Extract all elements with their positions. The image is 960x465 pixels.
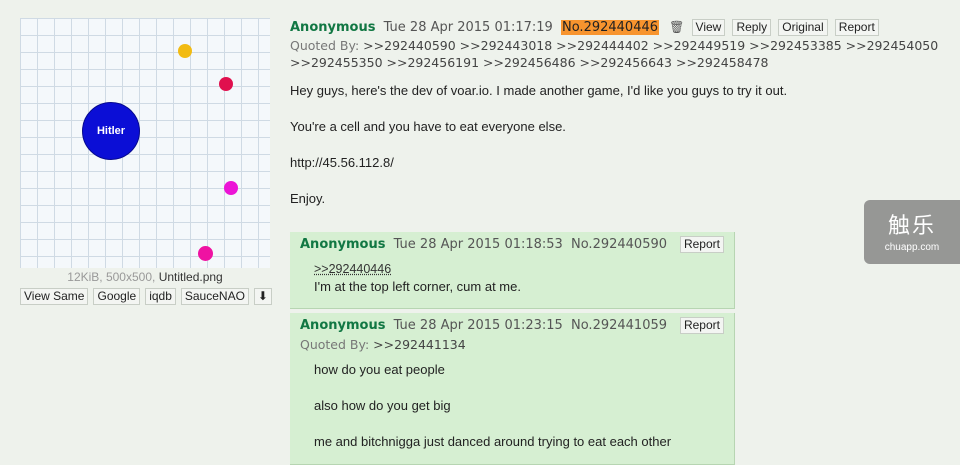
- reply-button[interactable]: Reply: [732, 19, 772, 36]
- google-button[interactable]: Google: [93, 288, 141, 305]
- view-same-button[interactable]: View Same: [20, 288, 89, 305]
- yellow-cell: [178, 44, 192, 58]
- reply2-header: Anonymous Tue 28 Apr 2015 01:23:15 No.29…: [300, 318, 667, 333]
- watermark-logo: 触乐: [887, 213, 936, 238]
- image-filename[interactable]: Untitled.png: [159, 270, 223, 284]
- reply-post-1: Anonymous Tue 28 Apr 2015 01:18:53 No.29…: [290, 232, 735, 309]
- reply1-body: I'm at the top left corner, cum at me.: [314, 279, 521, 294]
- quoted-by-continued: >>292455350 >>292456191 >>292456486 >>29…: [290, 54, 938, 71]
- quoted-by-label: Quoted By:: [290, 38, 360, 53]
- quoted-by: Quoted By: >>292440590 >>292443018 >>292…: [290, 37, 938, 54]
- original-button[interactable]: Original: [778, 19, 828, 36]
- quoted-by-links[interactable]: >>292440590 >>292443018 >>292444402 >>29…: [363, 38, 938, 53]
- op-post: Anonymous Tue 28 Apr 2015 01:17:19 No.29…: [290, 19, 938, 206]
- post-number[interactable]: No.292441059: [571, 318, 667, 333]
- poster-name: Anonymous: [300, 237, 386, 252]
- post-date: Tue 28 Apr 2015 01:18:53: [393, 237, 563, 252]
- reply1-header: Anonymous Tue 28 Apr 2015 01:18:53 No.29…: [300, 237, 667, 252]
- reply-post-2: Anonymous Tue 28 Apr 2015 01:23:15 No.29…: [290, 313, 735, 465]
- poster-name: Anonymous: [290, 20, 376, 35]
- report-button[interactable]: Report: [679, 317, 724, 334]
- watermark-url: chuapp.com: [884, 242, 940, 253]
- op-line-4: Enjoy.: [290, 191, 326, 206]
- red-cell: [219, 77, 233, 91]
- reply2-line-3: me and bitchnigga just danced around try…: [314, 434, 672, 449]
- quoted-by-links-2[interactable]: >>292455350 >>292456191 >>292456486 >>29…: [290, 55, 769, 70]
- op-line-3: http://45.56.112.8/: [290, 155, 394, 170]
- reply1-content: >>292440446 I'm at the top left corner, …: [314, 262, 521, 294]
- reply2-line-1: how do you eat people: [314, 362, 445, 377]
- site-watermark: 触乐 chuapp.com: [864, 200, 960, 264]
- saucenao-button[interactable]: SauceNAO: [180, 288, 249, 305]
- op-line-2: You're a cell and you have to eat everyo…: [290, 119, 566, 134]
- magenta-cell: [224, 181, 238, 195]
- iqdb-button[interactable]: iqdb: [145, 288, 176, 305]
- reply2-body: how do you eat people also how do you ge…: [314, 362, 671, 449]
- op-body: Hey guys, here's the dev of voar.io. I m…: [290, 83, 938, 206]
- op-header: Anonymous Tue 28 Apr 2015 01:17:19 No.29…: [290, 19, 938, 36]
- post-date: Tue 28 Apr 2015 01:23:15: [393, 318, 563, 333]
- quoted-by-links[interactable]: >>292441134: [373, 337, 466, 352]
- post-image-thumbnail[interactable]: Hitler: [20, 18, 270, 268]
- quote-link[interactable]: >>292440446: [314, 262, 521, 276]
- poster-name: Anonymous: [300, 318, 386, 333]
- report-button[interactable]: Report: [679, 236, 724, 253]
- post-date: Tue 28 Apr 2015 01:17:19: [383, 20, 553, 35]
- view-button[interactable]: View: [691, 19, 726, 36]
- report-button[interactable]: Report: [834, 19, 879, 36]
- player-cell: Hitler: [82, 102, 140, 160]
- post-number[interactable]: No.292440590: [571, 237, 667, 252]
- post-number[interactable]: No.292440446: [560, 20, 660, 35]
- reply2-line-2: also how do you get big: [314, 398, 451, 413]
- image-size: 12KiB, 500x500,: [67, 270, 156, 284]
- download-icon[interactable]: ⬇: [253, 288, 272, 305]
- op-line-1: Hey guys, here's the dev of voar.io. I m…: [290, 83, 788, 98]
- quoted-by: Quoted By: >>292441134: [300, 336, 466, 353]
- quoted-by-label: Quoted By:: [300, 337, 370, 352]
- trash-icon[interactable]: 🗑: [669, 20, 684, 34]
- pink-cell: [198, 246, 213, 261]
- image-tools: View Same Google iqdb SauceNAO ⬇: [20, 288, 272, 305]
- image-meta: 12KiB, 500x500, Untitled.png: [20, 270, 270, 284]
- player-cell-label: Hitler: [96, 125, 126, 137]
